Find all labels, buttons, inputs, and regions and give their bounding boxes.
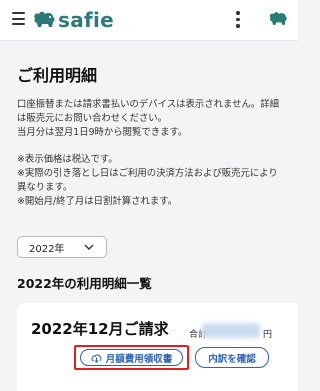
page-title: ご利用明細 (17, 66, 98, 85)
note-withdrawal: ※実際の引き落とし日はご利用の決済方法および販売元により異なります。 (17, 167, 278, 194)
monthly-receipt-button[interactable]: 月額費用領収書 (80, 349, 183, 366)
note-tax: ※表示価格は税込です。 (17, 153, 118, 165)
top-app-bar: safie (0, 0, 298, 41)
year-select[interactable]: 2022年 (17, 236, 107, 258)
year-select-value: 2022年 (29, 243, 65, 255)
view-details-button[interactable]: 内訳を確認 (195, 347, 269, 368)
view-details-label: 内訳を確認 (208, 353, 256, 365)
total-amount-redacted (202, 323, 260, 338)
monthly-receipt-label: 月額費用領収書 (105, 353, 173, 365)
more-vertical-icon[interactable] (232, 11, 244, 29)
logo-text: safie (58, 8, 115, 32)
chevron-down-icon (84, 244, 94, 250)
download-cloud-icon (91, 353, 102, 363)
desc-text-2: 当月分は翌月1日9時から閲覧できます。 (17, 127, 188, 139)
usage-description: 口座振替または請求書払いのデバイスは表示されません。詳細は販売元にお問い合わせく… (17, 98, 285, 221)
safie-logo[interactable]: safie (32, 7, 114, 33)
safie-logo-icon (34, 11, 55, 27)
total-unit: 円 (263, 330, 273, 340)
billing-card: 2022年12月ご請求 合計 円 月額費用領収書 内訳を確認 (17, 303, 298, 391)
billing-month-title: 2022年12月ご請求 (31, 320, 169, 338)
note-prorate: ※開始月/終了月は日割計算されます。 (17, 196, 178, 208)
monthly-receipt-highlight: 月額費用領収書 (74, 345, 189, 370)
menu-icon[interactable] (12, 12, 25, 25)
desc-text-1: 口座振替または請求書払いのデバイスは表示されません。詳細は販売元にお問い合わせく… (17, 99, 279, 125)
safie-mascot-icon[interactable] (268, 9, 288, 29)
section-title: 2022年の利用明細一覧 (17, 276, 152, 291)
